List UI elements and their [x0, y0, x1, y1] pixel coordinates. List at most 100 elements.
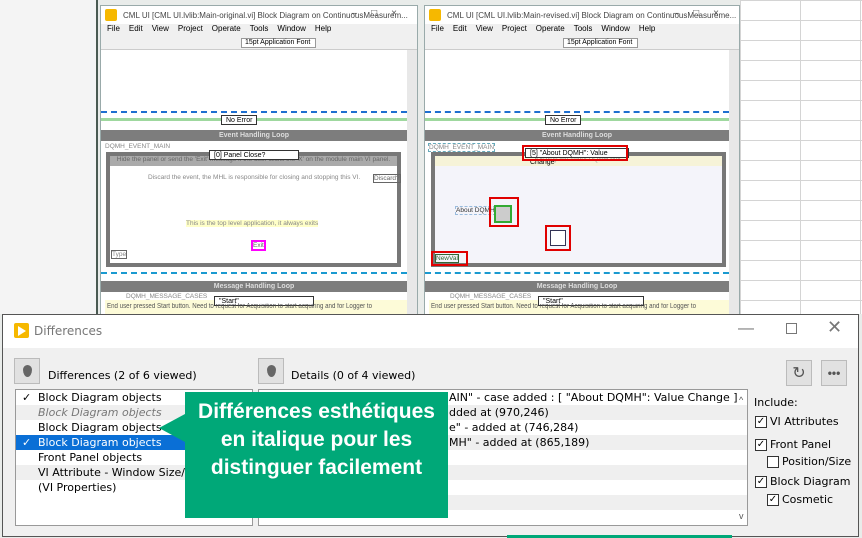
event-loop-label: Event Handling Loop	[425, 130, 729, 141]
checkbox-label: VI Attributes	[770, 415, 839, 428]
locate-details-button[interactable]	[258, 358, 284, 384]
message-loop-label: Message Handling Loop	[425, 281, 729, 292]
vertical-scrollbar[interactable]	[407, 50, 417, 314]
menu-edit[interactable]: Edit	[129, 24, 143, 36]
highlight-box	[522, 145, 628, 161]
menu-file[interactable]: File	[107, 24, 120, 36]
menu-operate[interactable]: Operate	[536, 24, 565, 36]
error-case-selector[interactable]: No Error	[545, 115, 582, 125]
labview-icon	[105, 9, 117, 21]
minimize-button[interactable]: —	[738, 320, 754, 338]
error-case-selector[interactable]: No Error	[221, 115, 258, 125]
window-controls[interactable]: –□×	[352, 8, 411, 19]
difference-label: Front Panel objects	[38, 451, 143, 464]
labview-icon	[14, 323, 29, 338]
checkbox-icon: ✓	[755, 475, 767, 488]
checkbox-icon: ✓	[755, 438, 767, 451]
checkbox-icon: ✓	[767, 493, 779, 506]
difference-label: Block Diagram objects	[38, 436, 162, 449]
menu-tools[interactable]: Tools	[250, 24, 269, 36]
event-structure-label: DQMH_EVENT_MAIN	[105, 143, 171, 150]
type-terminal: Type	[111, 250, 128, 259]
menu-view[interactable]: View	[476, 24, 493, 36]
toolbar: 15pt Application Font	[101, 36, 417, 50]
annotation-callout: Différences esthétiques en italique pour…	[159, 392, 448, 518]
check-icon: ✓	[22, 436, 32, 449]
callout-text: Différences esthétiques en italique pour…	[198, 400, 435, 479]
menu-help[interactable]: Help	[315, 24, 331, 36]
menu-bar: File Edit View Project Operate Tools Window Hel…	[101, 24, 417, 36]
right-block-diagram-window: CML UI [CML UI.lvlib:Main-revised.vi] Bl…	[424, 5, 740, 315]
menu-project[interactable]: Project	[178, 24, 203, 36]
menu-project[interactable]: Project	[502, 24, 527, 36]
event-loop-label: Event Handling Loop	[101, 130, 407, 141]
exit-constant: Exit	[251, 240, 266, 251]
menu-view[interactable]: View	[152, 24, 169, 36]
block-diagram: No Error Event Handling Loop DQMH_EVENT_…	[101, 50, 409, 314]
more-options-button[interactable]: •••	[821, 360, 847, 386]
dialog-title: Differences	[34, 324, 103, 338]
message-structure-label: DQMH_MESSAGE_CASES	[450, 293, 532, 300]
menu-window[interactable]: Window	[277, 24, 305, 36]
labview-icon	[429, 9, 441, 21]
locate-differences-button[interactable]	[14, 358, 40, 384]
menu-operate[interactable]: Operate	[212, 24, 241, 36]
difference-label: Block Diagram objects	[38, 421, 162, 434]
include-front-panel-checkbox[interactable]: ✓ Front Panel	[755, 438, 831, 451]
include-vi-attributes-checkbox[interactable]: ✓ VI Attributes	[755, 415, 839, 428]
left-background	[0, 0, 98, 314]
difference-label: Block Diagram objects	[38, 406, 162, 419]
comment: End user pressed Start button. Need to r…	[431, 303, 697, 310]
difference-label: VI Attribute - Window Size/Ap	[38, 466, 200, 479]
refresh-icon: ↻	[792, 365, 806, 382]
checkbox-label: Cosmetic	[782, 493, 834, 506]
include-cosmetic-checkbox[interactable]: ✓ Cosmetic	[767, 493, 833, 506]
highlight-box	[431, 251, 468, 266]
scroll-down-icon[interactable]: v	[739, 511, 744, 521]
checkbox-icon	[767, 455, 779, 468]
maximize-button[interactable]	[786, 323, 797, 334]
font-select[interactable]: 15pt Application Font	[563, 38, 638, 48]
block-diagram: No Error Event Handling Loop DQMH_EVENT_…	[425, 50, 731, 314]
difference-label: Block Diagram objects	[38, 391, 162, 404]
menu-tools[interactable]: Tools	[574, 24, 593, 36]
refresh-button[interactable]: ↻	[786, 360, 812, 386]
include-label: Include:	[754, 396, 798, 409]
differences-header: Differences (2 of 6 viewed)	[48, 369, 197, 382]
message-loop-label: Message Handling Loop	[101, 281, 407, 292]
event-structure-label: DQMH_EVENT_MAIN	[428, 143, 496, 152]
checkbox-label: Position/Size	[782, 455, 852, 468]
include-position-size-checkbox[interactable]: Position/Size	[767, 455, 851, 468]
comment: This is the top level application, it al…	[186, 220, 319, 227]
menu-window[interactable]: Window	[601, 24, 629, 36]
map-pin-icon	[22, 365, 32, 377]
difference-label: (VI Properties)	[38, 481, 117, 494]
case-selector[interactable]: [0] Panel Close?	[209, 150, 299, 160]
scroll-up-icon[interactable]: ^	[739, 395, 743, 405]
details-header: Details (0 of 4 viewed)	[291, 369, 416, 382]
message-structure-label: DQMH_MESSAGE_CASES	[126, 293, 208, 300]
include-block-diagram-checkbox[interactable]: ✓ Block Diagram	[755, 475, 850, 488]
close-button[interactable]: ✕	[827, 317, 842, 338]
vertical-scrollbar[interactable]	[729, 50, 739, 314]
checkbox-label: Block Diagram	[770, 475, 851, 488]
checkbox-label: Front Panel	[770, 438, 831, 451]
highlight-box	[545, 225, 571, 251]
ellipsis-icon: •••	[827, 366, 841, 380]
map-pin-icon	[266, 365, 276, 377]
checkbox-icon: ✓	[755, 415, 767, 428]
font-select[interactable]: 15pt Application Font	[241, 38, 316, 48]
discard-indicator: Discard?	[373, 174, 401, 183]
comment: End user pressed Start button. Need to r…	[107, 303, 373, 310]
spreadsheet-background	[740, 0, 862, 314]
window-controls[interactable]: –□×	[674, 8, 733, 19]
highlight-box	[489, 197, 519, 227]
left-block-diagram-window: CML UI [CML UI.lvlib:Main-original.vi] B…	[100, 5, 418, 315]
comment: Discard the event, the MHL is responsibl…	[148, 174, 361, 181]
menu-bar: File Edit View Project Operate Tools Window Hel…	[425, 24, 739, 36]
check-icon: ✓	[22, 391, 32, 404]
menu-help[interactable]: Help	[639, 24, 655, 36]
menu-edit[interactable]: Edit	[453, 24, 467, 36]
toolbar: 15pt Application Font	[425, 36, 739, 50]
menu-file[interactable]: File	[431, 24, 444, 36]
